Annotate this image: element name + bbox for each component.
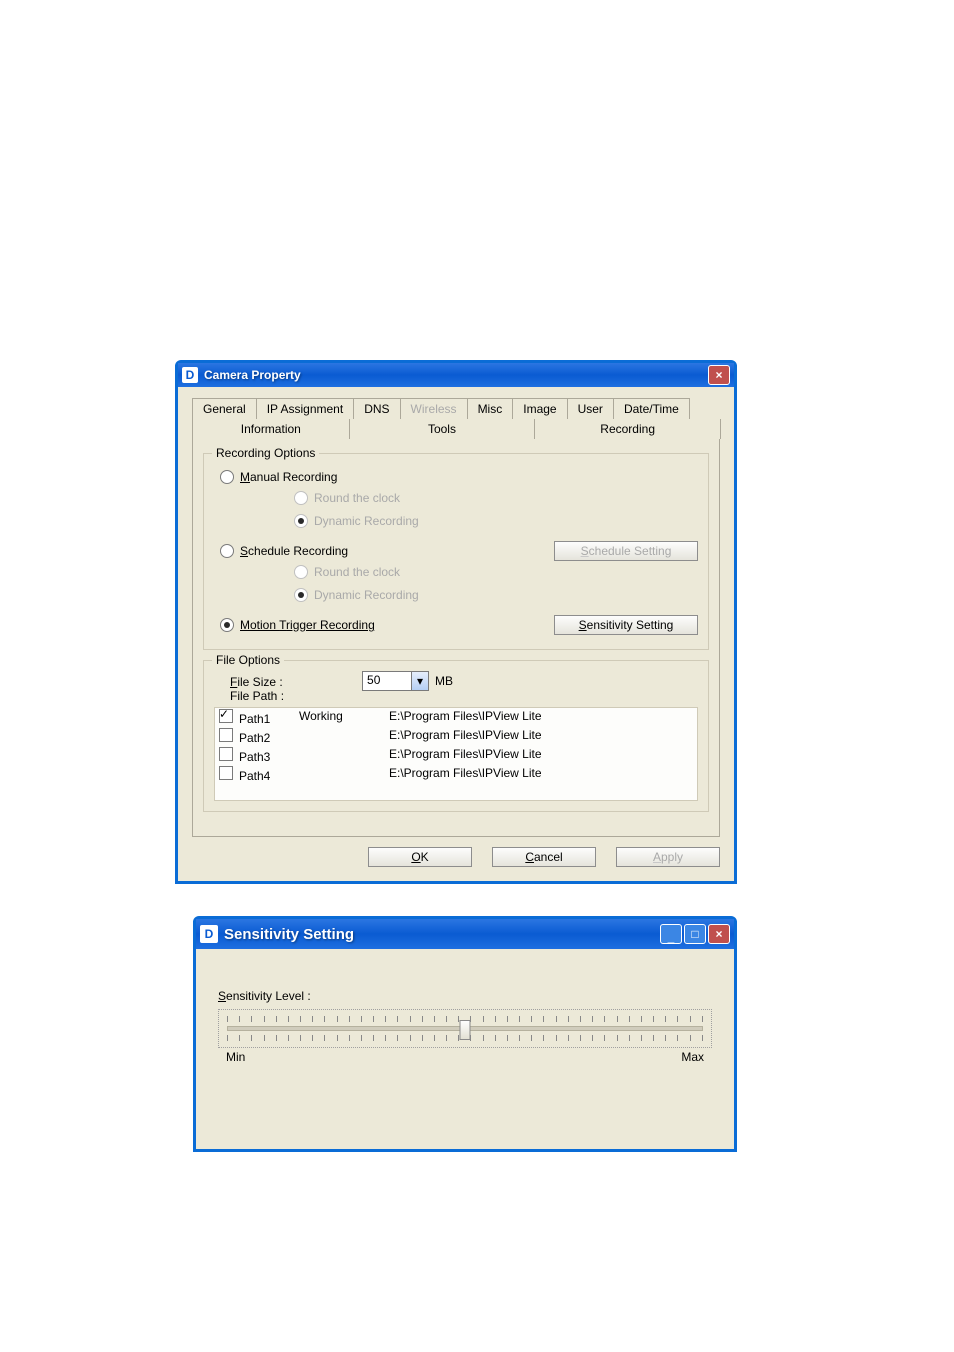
path-row-1[interactable]: Path1 Working E:\Program Files\IPView Li…	[215, 708, 697, 727]
path4-status	[299, 766, 379, 783]
chevron-down-icon[interactable]: ▾	[411, 672, 428, 690]
minimize-button[interactable]: _	[660, 924, 682, 944]
radio-manual-round-clock: Round the clock	[294, 491, 400, 505]
tab-information[interactable]: Information	[192, 419, 350, 439]
app-icon: D	[182, 367, 198, 383]
path2-status	[299, 728, 379, 745]
tab-recording[interactable]: Recording	[534, 419, 721, 439]
path4-checkbox[interactable]	[219, 766, 239, 780]
close-button-2[interactable]: ×	[708, 924, 730, 944]
recording-options-legend: Recording Options	[212, 446, 319, 460]
tab-misc[interactable]: Misc	[467, 398, 514, 419]
path1-status: Working	[299, 709, 379, 726]
file-options-legend: File Options	[212, 653, 284, 667]
file-size-unit: MB	[435, 674, 453, 688]
file-path-label: File Path :	[230, 689, 284, 703]
schedule-setting-button: Schedule SettingSchedule Setting	[554, 541, 698, 561]
app-icon-2: D	[200, 925, 218, 943]
titlebar-2[interactable]: D Sensitivity Setting _ □ ×	[196, 919, 734, 949]
close-icon-2: ×	[715, 927, 722, 941]
path-row-2[interactable]: Path2 E:\Program Files\IPView Lite	[215, 727, 697, 746]
radio-manual-recording[interactable]: MManual Recordinganual Recording	[220, 470, 337, 484]
file-size-dropdown[interactable]: 50 ▾	[362, 671, 429, 691]
slider-track[interactable]	[227, 1026, 703, 1031]
tab-panel-recording: Recording Options MManual Recordinganual…	[192, 438, 720, 837]
radio-motion-trigger[interactable]: Motion Trigger RecordingMotion Trigger R…	[220, 618, 375, 632]
path4-path: E:\Program Files\IPView Lite	[389, 766, 693, 783]
cancel-button[interactable]: CancelCancel	[492, 847, 596, 867]
path3-checkbox[interactable]	[219, 747, 239, 761]
path-row-3[interactable]: Path3 E:\Program Files\IPView Lite	[215, 746, 697, 765]
file-path-list: Path1 Working E:\Program Files\IPView Li…	[214, 707, 698, 801]
path2-checkbox[interactable]	[219, 728, 239, 742]
path2-path: E:\Program Files\IPView Lite	[389, 728, 693, 745]
tab-datetime[interactable]: Date/Time	[613, 398, 690, 419]
tab-image[interactable]: Image	[512, 398, 567, 419]
slider-min-label: Min	[226, 1050, 245, 1064]
sensitivity-label: Sensitivity Level :Sensitivity Level :	[218, 989, 712, 1003]
tab-dns[interactable]: DNS	[353, 398, 400, 419]
slider-thumb[interactable]	[460, 1020, 471, 1040]
path3-path: E:\Program Files\IPView Lite	[389, 747, 693, 764]
camera-property-window: D Camera Property × General IP Assignmen…	[175, 360, 737, 884]
path1-path: E:\Program Files\IPView Lite	[389, 709, 693, 726]
window-title-2: Sensitivity Setting	[224, 926, 658, 943]
path1-checkbox[interactable]	[219, 709, 239, 723]
path-row-4[interactable]: Path4 E:\Program Files\IPView Lite	[215, 765, 697, 784]
apply-button: ApplyApply	[616, 847, 720, 867]
sensitivity-setting-button[interactable]: Sensitivity SettingSensitivity Setting	[554, 615, 698, 635]
ok-button[interactable]: OKOK	[368, 847, 472, 867]
close-icon: ×	[715, 368, 722, 382]
file-size-value: 50	[363, 672, 411, 690]
tab-user[interactable]: User	[567, 398, 614, 419]
radio-schedule-dynamic: Dynamic Recording	[294, 588, 419, 602]
maximize-button[interactable]: □	[684, 924, 706, 944]
tabs-row-1: General IP Assignment DNS Wireless Misc …	[192, 397, 720, 418]
slider-max-label: Max	[681, 1050, 704, 1064]
close-button[interactable]: ×	[708, 365, 730, 385]
sensitivity-slider[interactable]	[218, 1009, 712, 1048]
dialog-buttons: OKOK CancelCancel ApplyApply	[192, 847, 720, 867]
sensitivity-setting-window: D Sensitivity Setting _ □ × Sensitivity …	[193, 916, 737, 1152]
tab-tools[interactable]: Tools	[349, 419, 536, 439]
maximize-icon: □	[691, 927, 698, 941]
recording-options-group: Recording Options MManual Recordinganual…	[203, 453, 709, 650]
radio-schedule-recording[interactable]: Schedule RecordingSchedule Recording	[220, 544, 348, 558]
radio-manual-dynamic: Dynamic Recording	[294, 514, 419, 528]
radio-schedule-round-clock: Round the clock	[294, 565, 400, 579]
tab-general[interactable]: General	[192, 398, 257, 419]
file-options-group: File Options File Size :File Size : File…	[203, 660, 709, 812]
titlebar[interactable]: D Camera Property ×	[178, 363, 734, 387]
tab-ip-assignment[interactable]: IP Assignment	[256, 398, 355, 419]
path3-status	[299, 747, 379, 764]
minimize-icon: _	[668, 930, 675, 944]
window-title: Camera Property	[204, 368, 706, 382]
tab-wireless: Wireless	[400, 398, 468, 419]
tabs-row-2: Information Tools Recording	[192, 418, 720, 438]
